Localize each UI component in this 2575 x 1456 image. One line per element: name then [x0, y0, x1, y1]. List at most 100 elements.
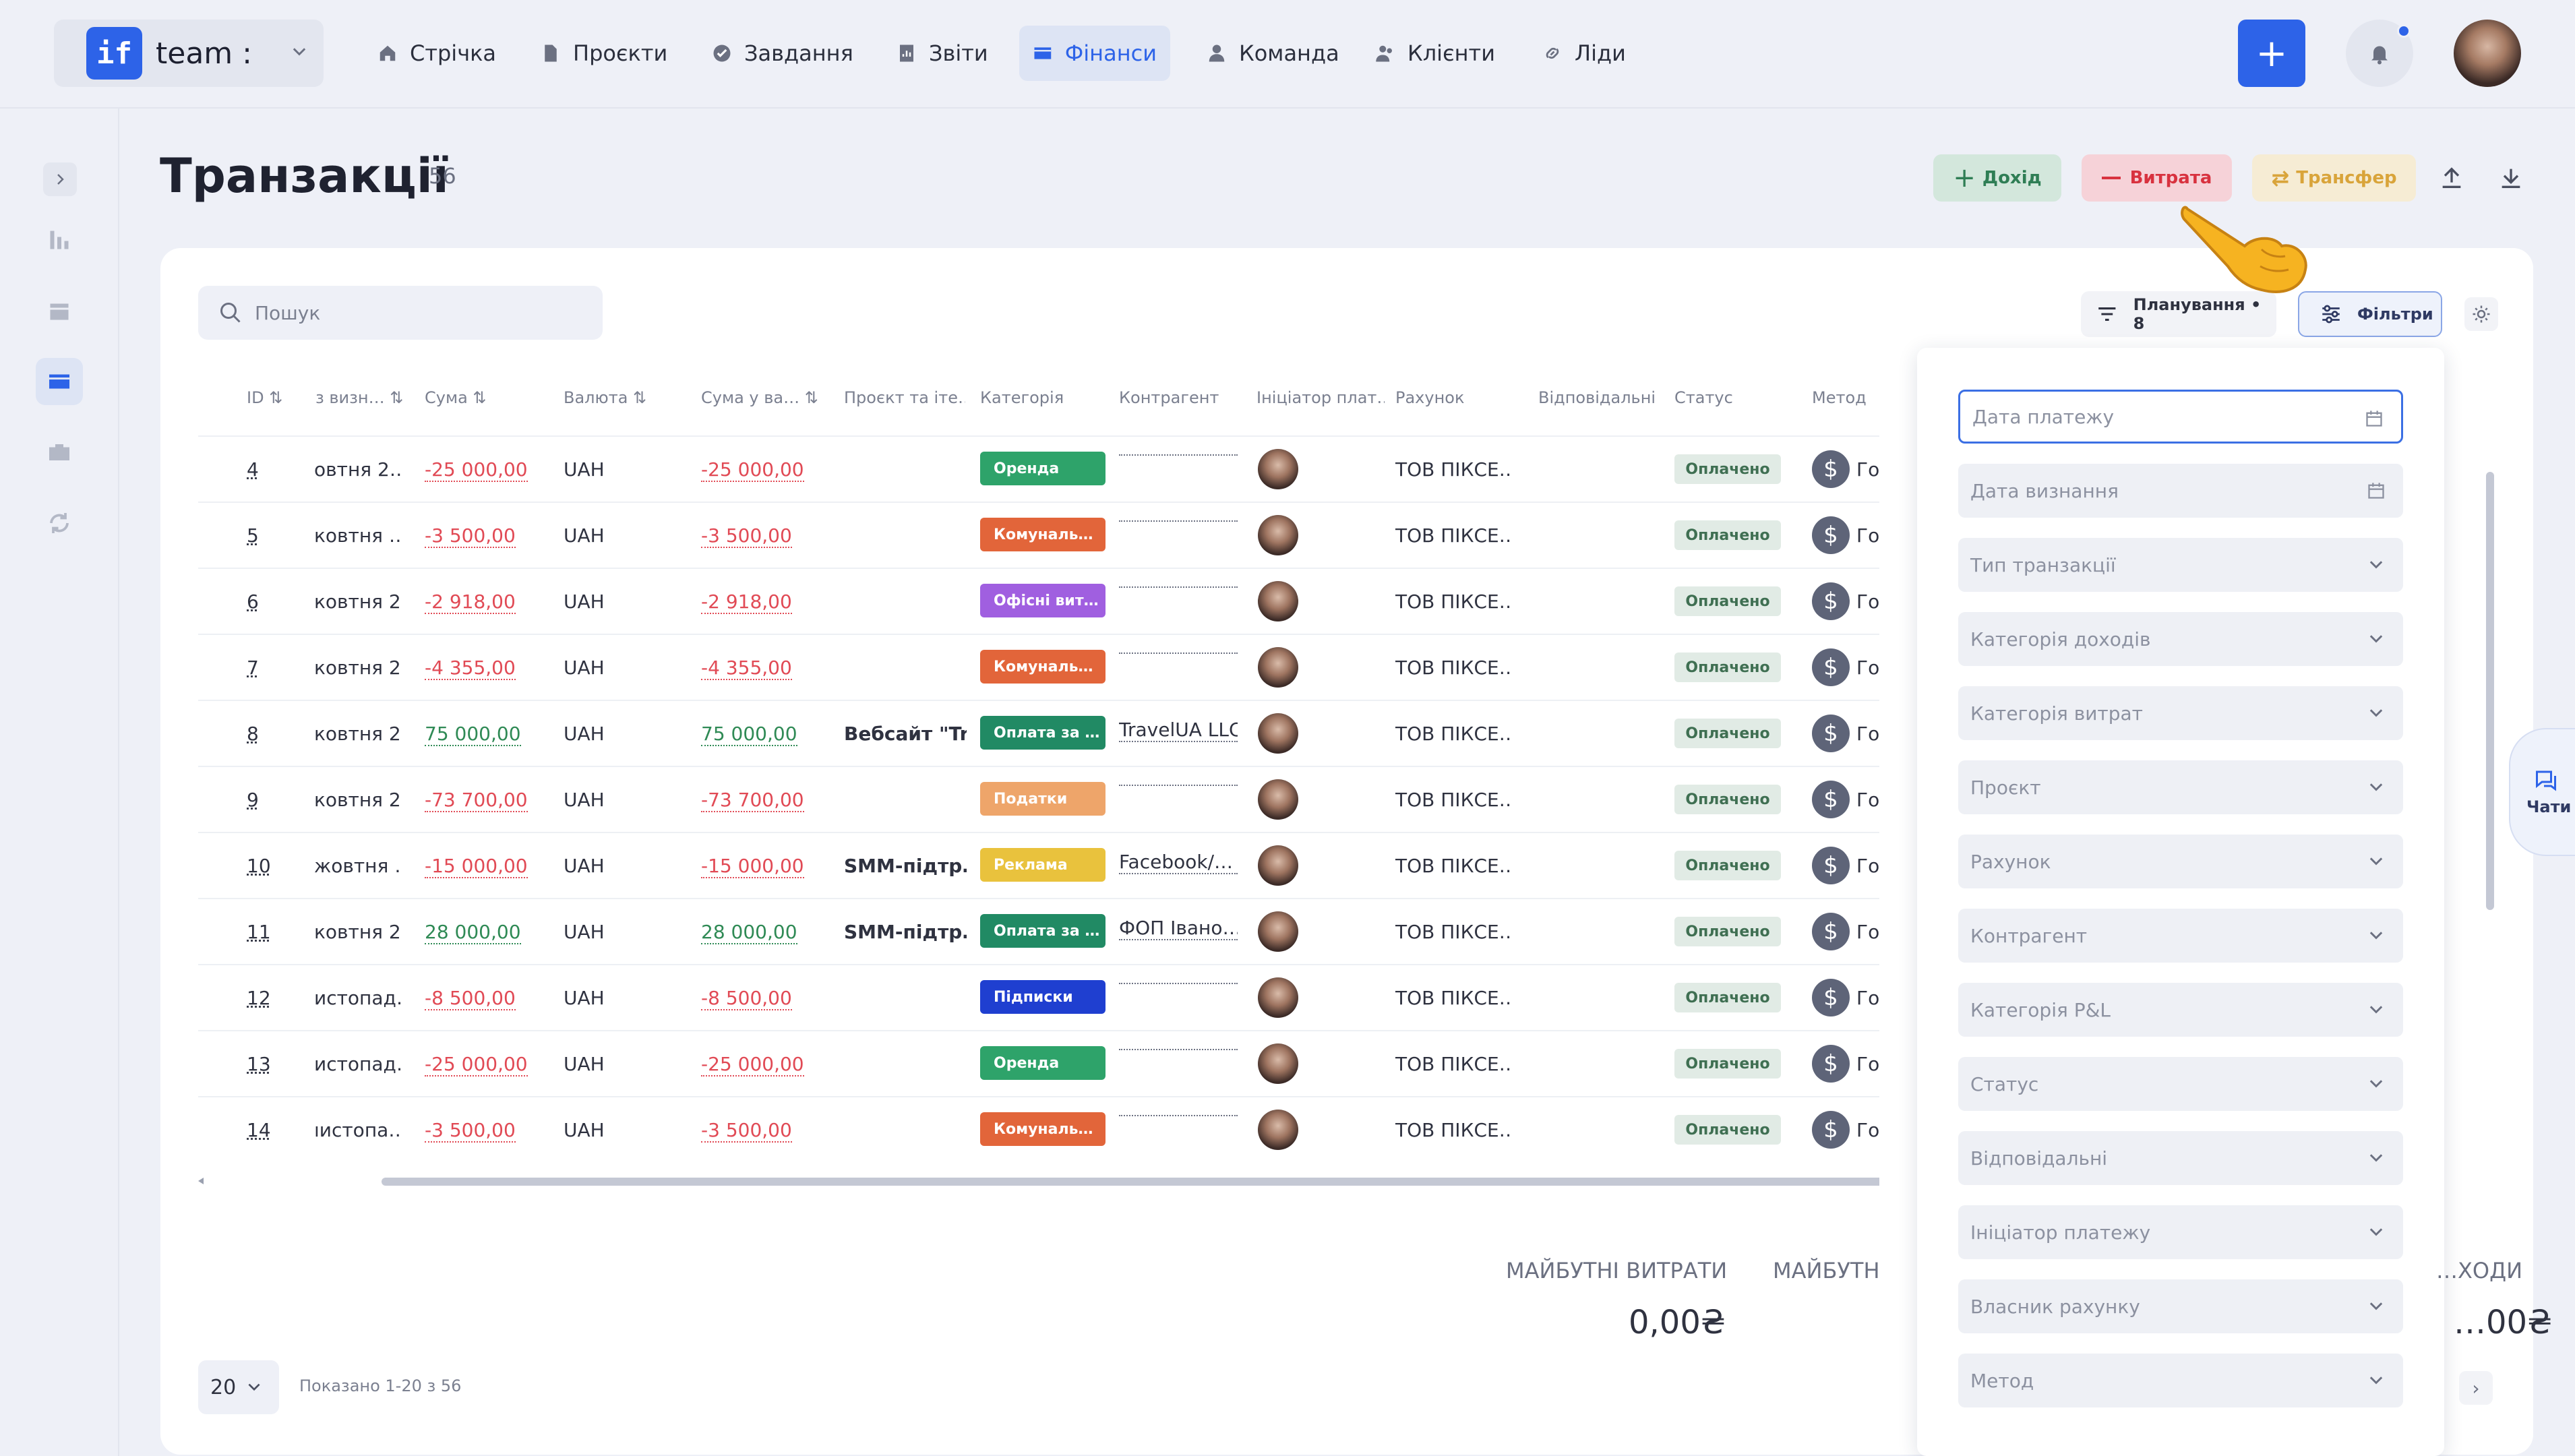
- next-page-button[interactable]: ›: [2459, 1371, 2493, 1405]
- row-id[interactable]: 4: [247, 458, 259, 481]
- table-row[interactable]: 4 овтня 2… -25 000,00 UAH -25 000,00 Оренда ТО…: [198, 435, 2471, 502]
- upload-button[interactable]: [2428, 154, 2475, 202]
- row-counterparty[interactable]: [1119, 454, 1238, 456]
- row-id[interactable]: 9: [247, 789, 259, 811]
- row-initiator-avatar[interactable]: [1258, 779, 1298, 820]
- download-button[interactable]: [2487, 154, 2535, 202]
- filter-field[interactable]: Дата платежу: [1958, 390, 2403, 444]
- row-initiator-avatar[interactable]: [1258, 449, 1298, 489]
- nav-item-team[interactable]: Команда: [1193, 26, 1353, 81]
- row-account[interactable]: ТОВ ПІКСЕ…: [1395, 1053, 1510, 1075]
- row-project[interactable]: Вебсайт "Tr…: [844, 723, 967, 745]
- filter-field[interactable]: Дата визнання: [1958, 464, 2403, 518]
- row-category-badge[interactable]: Оплата за …: [980, 914, 1105, 948]
- row-account[interactable]: ТОВ ПІКСЕ…: [1395, 1119, 1510, 1141]
- row-counterparty[interactable]: [1119, 983, 1238, 984]
- filter-field[interactable]: Тип транзакції: [1958, 538, 2403, 592]
- table-row[interactable]: 10 жовтня … -15 000,00 UAH -15 000,00 SMM-під…: [198, 832, 2471, 898]
- team-switcher[interactable]: if team :: [54, 20, 324, 87]
- row-category-badge[interactable]: Оренда: [980, 1046, 1105, 1080]
- filter-field[interactable]: Категорія доходів: [1958, 612, 2403, 666]
- row-amount[interactable]: -4 355,00: [425, 657, 516, 680]
- row-amount-base[interactable]: 28 000,00: [701, 921, 797, 944]
- table-row[interactable]: 7 ковтня 2… -4 355,00 UAH -4 355,00 Комуналь……: [198, 634, 2471, 700]
- row-amount-base[interactable]: 75 000,00: [701, 723, 797, 746]
- row-amount-base[interactable]: -8 500,00: [701, 987, 792, 1010]
- row-id[interactable]: 6: [247, 590, 259, 613]
- row-account[interactable]: ТОВ ПІКСЕ…: [1395, 789, 1510, 811]
- row-category-badge[interactable]: Реклама: [980, 848, 1105, 882]
- column-header-account[interactable]: Рахунок: [1395, 388, 1464, 407]
- row-category-badge[interactable]: Оренда: [980, 452, 1105, 485]
- row-initiator-avatar[interactable]: [1258, 515, 1298, 555]
- table-row[interactable]: 14 ıистопа… -3 500,00 UAH -3 500,00 Комуналь……: [198, 1096, 2471, 1162]
- search-input[interactable]: [255, 301, 578, 324]
- row-amount[interactable]: -3 500,00: [425, 1119, 516, 1143]
- filters-button[interactable]: Фільтри: [2298, 291, 2442, 337]
- row-account[interactable]: ТОВ ПІКСЕ…: [1395, 458, 1510, 481]
- row-initiator-avatar[interactable]: [1258, 1110, 1298, 1150]
- table-row[interactable]: 12 истопад… -8 500,00 UAH -8 500,00 Підписки Т…: [198, 964, 2471, 1030]
- filter-field[interactable]: Рахунок: [1958, 835, 2403, 888]
- table-settings-button[interactable]: [2464, 297, 2498, 331]
- row-amount-base[interactable]: -73 700,00: [701, 789, 804, 812]
- filter-field[interactable]: Проєкт: [1958, 760, 2403, 814]
- row-initiator-avatar[interactable]: [1258, 845, 1298, 886]
- row-category-badge[interactable]: Податки: [980, 782, 1105, 816]
- filter-field[interactable]: Метод: [1958, 1354, 2403, 1407]
- row-amount-base[interactable]: -25 000,00: [701, 458, 804, 482]
- row-amount-base[interactable]: -2 918,00: [701, 590, 792, 614]
- row-id[interactable]: 10: [247, 855, 271, 877]
- row-counterparty[interactable]: [1119, 586, 1238, 588]
- row-id[interactable]: 8: [247, 723, 259, 745]
- row-amount-base[interactable]: -15 000,00: [701, 855, 804, 878]
- chats-tab[interactable]: Чати: [2509, 728, 2575, 856]
- filter-field[interactable]: Категорія P&L: [1958, 983, 2403, 1037]
- row-amount[interactable]: -73 700,00: [425, 789, 528, 812]
- row-counterparty[interactable]: [1119, 653, 1238, 654]
- add-button[interactable]: +: [2238, 20, 2305, 87]
- table-row[interactable]: 11 ковтня 2… 28 000,00 UAH 28 000,00 SMM-підт…: [198, 898, 2471, 964]
- row-id[interactable]: 5: [247, 524, 259, 547]
- row-id[interactable]: 12: [247, 987, 271, 1009]
- row-status-badge[interactable]: Оплачено: [1674, 851, 1781, 880]
- sidebar-item-calendar[interactable]: [36, 287, 83, 334]
- row-status-badge[interactable]: Оплачено: [1674, 586, 1781, 616]
- nav-item-feed[interactable]: Стрічка: [364, 26, 510, 81]
- row-counterparty[interactable]: [1119, 1115, 1238, 1116]
- row-counterparty[interactable]: [1119, 520, 1238, 522]
- row-status-badge[interactable]: Оплачено: [1674, 520, 1781, 550]
- row-counterparty[interactable]: ФОП Івано…: [1119, 917, 1238, 940]
- add-income-button[interactable]: + Дохід: [1933, 154, 2061, 202]
- row-category-badge[interactable]: Комуналь…: [980, 650, 1105, 684]
- row-account[interactable]: ТОВ ПІКСЕ…: [1395, 723, 1510, 745]
- user-avatar[interactable]: [2454, 20, 2521, 87]
- sidebar-item-transactions[interactable]: [36, 358, 83, 405]
- nav-item-reports[interactable]: Звіти: [883, 26, 1002, 81]
- column-header-initiator[interactable]: Ініціатор плат…: [1256, 388, 1385, 407]
- column-header-amount[interactable]: Сума ⇅: [425, 388, 487, 407]
- row-status-badge[interactable]: Оплачено: [1674, 454, 1781, 484]
- row-amount[interactable]: -15 000,00: [425, 855, 528, 878]
- nav-item-projects[interactable]: Проєкти: [527, 26, 681, 81]
- row-counterparty[interactable]: [1119, 1049, 1238, 1050]
- row-id[interactable]: 13: [247, 1053, 271, 1075]
- column-header-status[interactable]: Статус: [1674, 388, 1733, 407]
- filter-field[interactable]: Власник рахунку: [1958, 1279, 2403, 1333]
- sidebar-item-dashboard[interactable]: [36, 216, 83, 264]
- row-amount[interactable]: -25 000,00: [425, 458, 528, 482]
- row-status-badge[interactable]: Оплачено: [1674, 1115, 1781, 1145]
- filter-field[interactable]: Категорія витрат: [1958, 686, 2403, 740]
- nav-item-finance[interactable]: Фінанси: [1019, 26, 1170, 81]
- page-size-select[interactable]: 20: [198, 1360, 279, 1414]
- nav-item-clients[interactable]: Клієнти: [1362, 26, 1509, 81]
- filter-field[interactable]: Відповідальні: [1958, 1131, 2403, 1185]
- table-row[interactable]: 5 ковтня … -3 500,00 UAH -3 500,00 Комуналь… Т…: [198, 502, 2471, 568]
- table-row[interactable]: 13 истопад… -25 000,00 UAH -25 000,00 Оренда Т…: [198, 1030, 2471, 1096]
- table-row[interactable]: 6 ковтня 2… -2 918,00 UAH -2 918,00 Офісні ви…: [198, 568, 2471, 634]
- row-initiator-avatar[interactable]: [1258, 647, 1298, 688]
- sidebar-item-recurring[interactable]: [36, 499, 83, 547]
- row-initiator-avatar[interactable]: [1258, 911, 1298, 952]
- row-status-badge[interactable]: Оплачено: [1674, 719, 1781, 748]
- row-counterparty[interactable]: Facebook/…: [1119, 851, 1238, 874]
